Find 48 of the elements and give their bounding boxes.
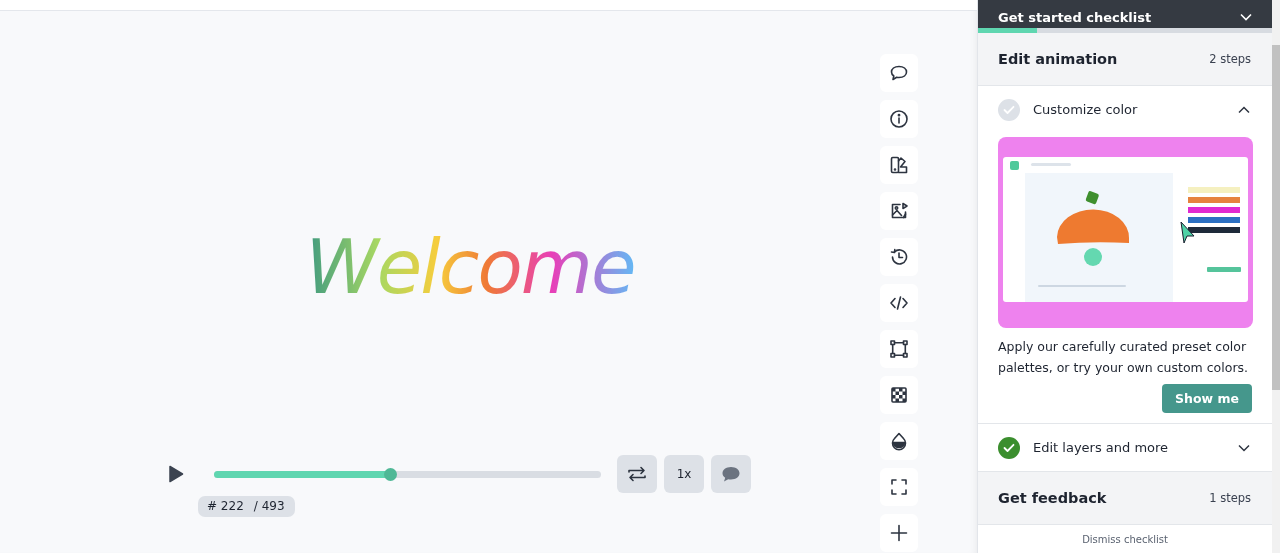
swatch-button[interactable] xyxy=(880,146,918,184)
bounding-box-icon xyxy=(889,339,909,359)
checked-circle[interactable] xyxy=(998,436,1020,459)
fullscreen-button[interactable] xyxy=(880,468,918,506)
history-icon xyxy=(889,247,909,267)
info-button[interactable] xyxy=(880,100,918,138)
plus-button[interactable] xyxy=(880,514,918,552)
section-title: Get feedback xyxy=(998,490,1107,506)
history-button[interactable] xyxy=(880,238,918,276)
frame-number: # 222 xyxy=(207,499,244,513)
chevron-icon[interactable] xyxy=(1240,13,1252,21)
chevron-down-icon[interactable] xyxy=(1238,443,1250,452)
image-button[interactable] xyxy=(880,192,918,230)
chevron-up-icon[interactable] xyxy=(1238,105,1250,114)
image-icon xyxy=(889,201,909,221)
speech-bubble-icon xyxy=(721,465,741,483)
checkerboard-icon xyxy=(889,385,909,405)
scrollbar-thumb[interactable] xyxy=(1272,45,1280,390)
loop-button[interactable] xyxy=(617,455,657,493)
timeline-handle[interactable] xyxy=(384,467,398,481)
bounding-box-button[interactable] xyxy=(880,330,918,368)
dismiss-link[interactable]: Dismiss checklist xyxy=(1082,533,1168,545)
comment-button[interactable] xyxy=(880,54,918,92)
comment-icon xyxy=(889,63,909,83)
info-icon xyxy=(889,109,909,129)
drop-icon xyxy=(889,431,909,451)
swatch-icon xyxy=(889,155,909,175)
scrollbar[interactable] xyxy=(1272,0,1280,553)
step-label: Edit layers and more xyxy=(1033,440,1170,455)
step-count: 2 steps xyxy=(1209,52,1251,66)
checklist-title: Get started checklist xyxy=(998,11,1152,24)
step-row[interactable]: Customize color xyxy=(978,86,1272,133)
code-icon xyxy=(889,293,909,313)
loop-icon xyxy=(626,464,648,484)
speed-button[interactable]: 1x xyxy=(664,455,704,493)
drop-button[interactable] xyxy=(880,422,918,460)
step-label: Customize color xyxy=(1033,102,1139,117)
code-button[interactable] xyxy=(880,284,918,322)
frame-total: / 493 xyxy=(253,499,285,513)
unchecked-circle[interactable] xyxy=(998,98,1020,121)
step-count: 1 steps xyxy=(1209,491,1251,505)
timeline-slider[interactable] xyxy=(214,470,601,478)
step-row[interactable]: Edit layers and more xyxy=(978,424,1272,471)
step-description: Apply our carefully curated preset color palettes, or try your own custom colors. xyxy=(998,338,1249,377)
checkerboard-button[interactable] xyxy=(880,376,918,414)
fullscreen-icon xyxy=(889,477,909,497)
plus-icon xyxy=(889,523,909,543)
section-title: Edit animation xyxy=(998,51,1118,67)
